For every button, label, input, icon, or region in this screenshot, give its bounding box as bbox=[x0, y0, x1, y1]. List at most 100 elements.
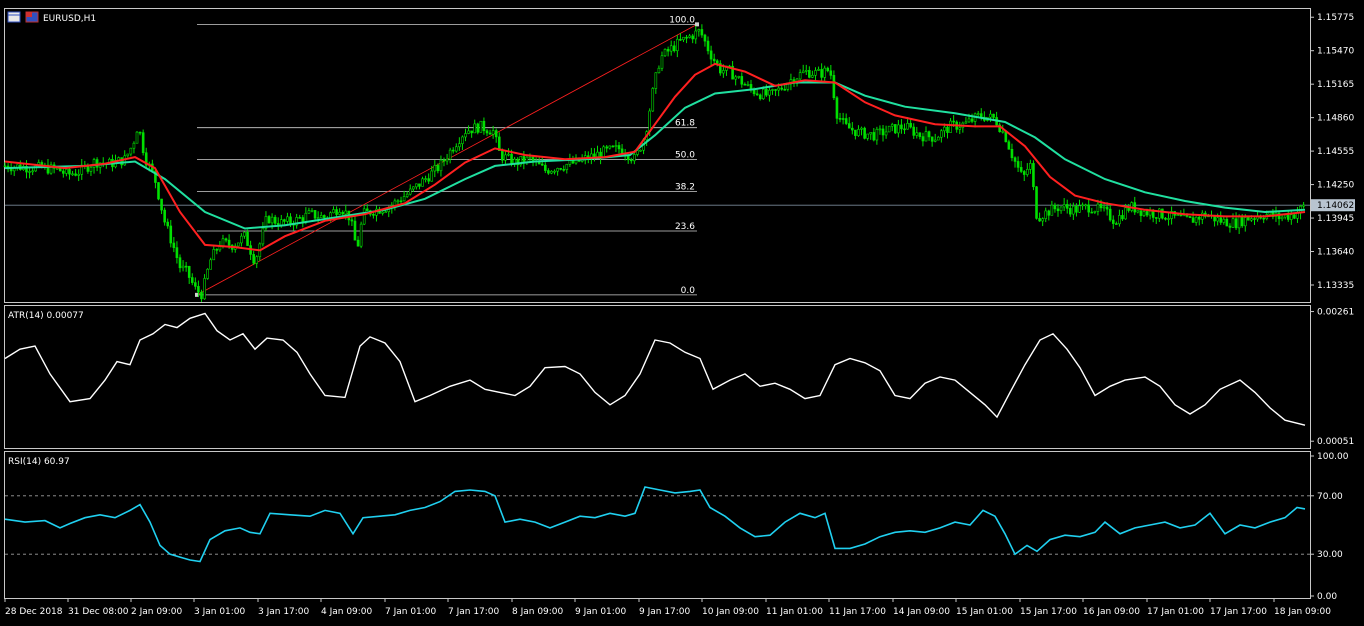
candle-body-329 bbox=[1013, 157, 1017, 162]
price-tick-label-4: 1.14555 bbox=[1317, 147, 1354, 157]
candle-body-277 bbox=[854, 129, 857, 136]
time-tick-label-9: 9 Jan 01:00 bbox=[575, 607, 627, 617]
candle-body-219 bbox=[676, 38, 679, 52]
candle-body-259 bbox=[798, 72, 802, 80]
candle-body-405 bbox=[1247, 217, 1250, 221]
candle-body-103 bbox=[319, 215, 323, 218]
candle-body-93 bbox=[289, 216, 292, 224]
candle-body-291 bbox=[897, 124, 900, 134]
candle-body-285 bbox=[878, 128, 882, 131]
candle-body-240 bbox=[740, 76, 744, 85]
time-tick-label-7: 7 Jan 17:00 bbox=[448, 607, 500, 617]
candle-body-111 bbox=[344, 210, 348, 215]
candle-body-404 bbox=[1243, 217, 1247, 227]
candle-body-226 bbox=[697, 29, 701, 32]
candle-body-417 bbox=[1283, 214, 1287, 218]
candle-body-357 bbox=[1099, 203, 1103, 209]
candle-body-330 bbox=[1016, 161, 1020, 168]
candle-body-386 bbox=[1188, 216, 1192, 219]
candle-body-390 bbox=[1201, 212, 1204, 220]
candle-body-308 bbox=[949, 120, 952, 133]
candle-body-239 bbox=[737, 76, 741, 78]
candle-body-352 bbox=[1084, 204, 1087, 207]
atr-tick-label-1: 0.00051 bbox=[1317, 437, 1354, 447]
candle-body-342 bbox=[1053, 204, 1057, 210]
candle-body-306 bbox=[943, 126, 946, 132]
time-tick-label-17: 16 Jan 09:00 bbox=[1083, 607, 1140, 617]
candle-body-295 bbox=[909, 123, 912, 128]
candle-body-355 bbox=[1093, 211, 1097, 213]
candle-body-124 bbox=[384, 211, 387, 214]
candle-body-334 bbox=[1029, 163, 1032, 170]
candle-body-182 bbox=[562, 169, 566, 171]
candle-body-172 bbox=[531, 156, 535, 162]
candle-body-359 bbox=[1105, 206, 1109, 210]
time-tick-label-20: 18 Jan 09:00 bbox=[1274, 607, 1331, 617]
candle-body-304 bbox=[936, 136, 940, 141]
candle-body-57 bbox=[178, 257, 182, 269]
candle-body-272 bbox=[838, 118, 842, 120]
candle-body-349 bbox=[1075, 205, 1078, 213]
price-tick-label-0: 1.15775 bbox=[1317, 13, 1354, 23]
price-tick-label-3: 1.14860 bbox=[1317, 114, 1354, 124]
candle-body-58 bbox=[181, 265, 185, 269]
fib-level-label-1: 61.8 bbox=[675, 119, 695, 129]
candle-body-132 bbox=[408, 188, 412, 195]
candle-body-339 bbox=[1044, 210, 1048, 219]
candle-body-137 bbox=[424, 178, 427, 180]
candle-body-146 bbox=[451, 149, 455, 152]
candle-body-284 bbox=[875, 128, 879, 141]
candle-body-269 bbox=[829, 70, 833, 76]
rsi-tick-label-2: 30.00 bbox=[1317, 550, 1343, 560]
candle-body-147 bbox=[454, 146, 458, 152]
candle-body-207 bbox=[639, 149, 642, 152]
candle-body-56 bbox=[175, 247, 179, 258]
candle-body-400 bbox=[1231, 218, 1235, 228]
candle-body-53 bbox=[166, 221, 170, 227]
candle-body-314 bbox=[967, 118, 971, 123]
candle-body-247 bbox=[761, 88, 765, 100]
candle-body-123 bbox=[381, 211, 384, 214]
candle-body-378 bbox=[1164, 217, 1167, 220]
candle-body-179 bbox=[553, 170, 556, 173]
candle-body-217 bbox=[669, 45, 673, 52]
candle-body-116 bbox=[359, 223, 363, 247]
candle-body-264 bbox=[814, 70, 817, 76]
candle-body-356 bbox=[1096, 203, 1100, 212]
candle-body-118 bbox=[365, 208, 369, 211]
candle-body-350 bbox=[1078, 205, 1081, 213]
candle-body-114 bbox=[353, 220, 357, 241]
candle-body-377 bbox=[1161, 208, 1164, 219]
candle-body-144 bbox=[445, 158, 449, 162]
candle-body-220 bbox=[679, 38, 682, 41]
candle-body-238 bbox=[734, 76, 737, 80]
flag-icon-canton bbox=[26, 12, 32, 17]
candle-body-149 bbox=[461, 136, 464, 144]
candle-body-63 bbox=[197, 286, 200, 293]
time-tick-label-1: 31 Dec 08:00 bbox=[68, 607, 129, 617]
candle-body-192 bbox=[593, 153, 596, 157]
candle-body-66 bbox=[206, 268, 209, 279]
candle-body-395 bbox=[1216, 217, 1219, 222]
time-tick-label-11: 10 Jan 09:00 bbox=[702, 607, 759, 617]
candle-body-292 bbox=[900, 124, 903, 130]
candle-body-28 bbox=[89, 167, 93, 172]
candle-body-30 bbox=[95, 159, 99, 168]
candle-body-406 bbox=[1250, 218, 1253, 221]
mt-chart-window[interactable]: EURUSD,H1 1.15775 1.15470 1.15165 1.14860 1.… bbox=[0, 0, 1364, 626]
candle-body-299 bbox=[921, 136, 925, 142]
candle-body-297 bbox=[915, 132, 919, 136]
candle-body-211 bbox=[651, 88, 655, 112]
candle-body-363 bbox=[1118, 215, 1121, 225]
candle-body-8 bbox=[28, 171, 31, 173]
candle-body-164 bbox=[507, 153, 510, 156]
candle-body-423 bbox=[1302, 204, 1305, 207]
candle-body-199 bbox=[614, 145, 618, 147]
candle-body-266 bbox=[820, 69, 823, 78]
candle-body-401 bbox=[1234, 218, 1238, 229]
price-tick-label-1: 1.15470 bbox=[1317, 47, 1354, 57]
candle-body-136 bbox=[421, 178, 424, 187]
candle-body-206 bbox=[636, 150, 639, 155]
candle-body-305 bbox=[940, 130, 943, 138]
candle-body-230 bbox=[709, 50, 713, 60]
